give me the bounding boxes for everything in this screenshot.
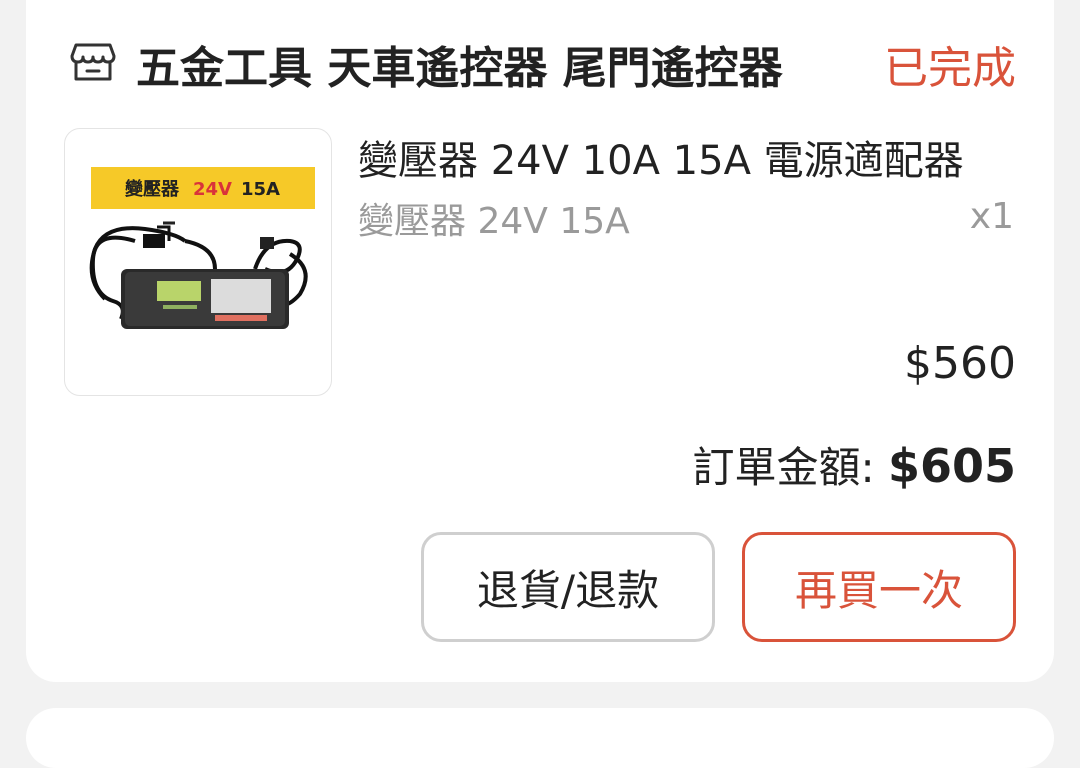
order-total: 訂單金額: $605	[692, 434, 1016, 495]
banner-text-voltage: 24V	[193, 179, 232, 200]
product-price: $560	[904, 338, 1016, 389]
shop-name[interactable]: 五金工具 天車遙控器 尾門遙控器	[136, 32, 783, 96]
banner-text-transformer: 變壓器	[125, 178, 180, 200]
banner-text-current: 15A	[241, 179, 280, 200]
next-order-card	[26, 708, 1054, 768]
buy-again-button[interactable]: 再買一次	[742, 532, 1016, 642]
store-icon	[70, 42, 116, 82]
order-status: 已完成	[884, 43, 1016, 94]
shop-header[interactable]: 五金工具 天車遙控器 尾門遙控器 已完成	[70, 30, 1020, 94]
order-total-label: 訂單金額:	[692, 443, 888, 492]
product-variant: 變壓器 24V 15A	[358, 201, 630, 242]
return-refund-button[interactable]: 退貨/退款	[421, 532, 715, 642]
product-quantity: x1	[969, 196, 1014, 237]
product-title[interactable]: 變壓器 24V 10A 15A 電源適配器	[358, 128, 1018, 186]
product-image[interactable]: 變壓器 24V 15A	[64, 128, 332, 396]
order-total-value: $605	[887, 439, 1016, 493]
